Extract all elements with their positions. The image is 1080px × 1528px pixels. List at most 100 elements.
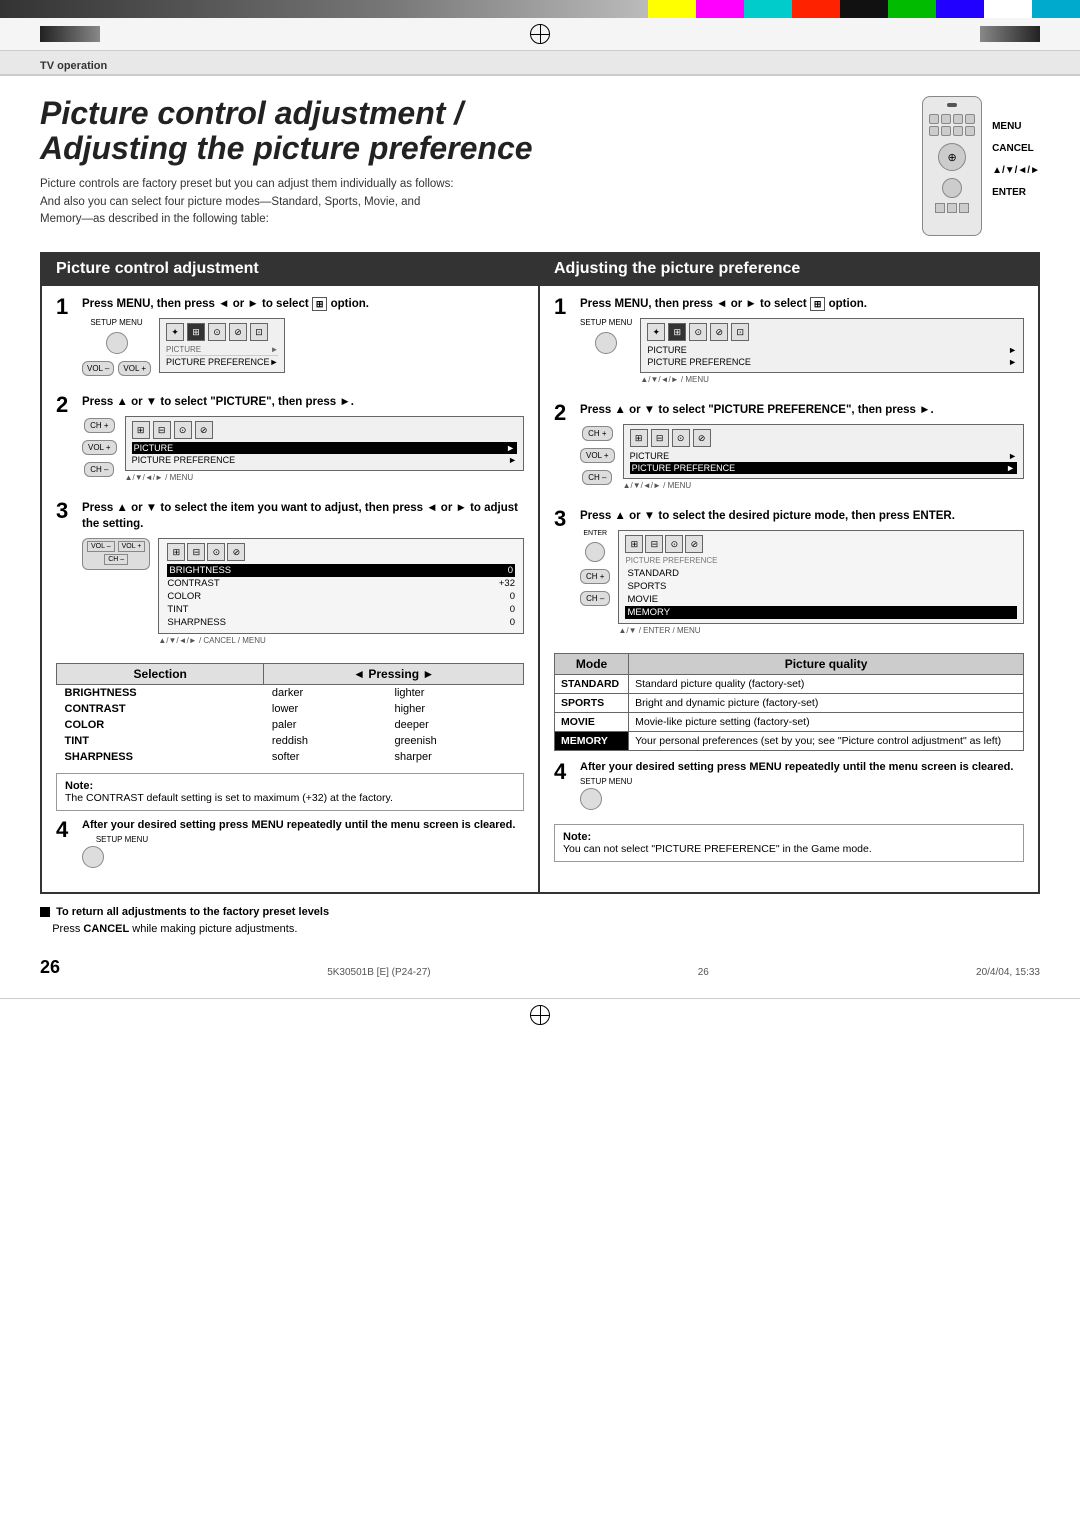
r-step2-screen-wrap: ⊞ ⊟ ⊙ ⊘ PICTURE► PICTURE PREFERENCE► ▲/▼… xyxy=(623,424,1024,490)
r-enter-label: ENTER xyxy=(580,530,610,537)
ch-plus-btn[interactable]: CH + xyxy=(84,418,114,433)
r-s2-i2: ⊟ xyxy=(651,429,669,447)
screen-label: PICTURE► xyxy=(166,344,278,356)
desc-line2: And also you can select four picture mod… xyxy=(40,196,420,208)
r-s2-nav: ▲/▼/◄/► / MENU xyxy=(623,481,1024,490)
right-step2: 2 Press ▲ or ▼ to select "PICTURE PREFER… xyxy=(554,402,1024,496)
pq-movie-row: MOVIE Movie-like picture setting (factor… xyxy=(555,713,1024,732)
color-blocks xyxy=(648,0,1080,18)
title-block: Picture control adjustment / Adjusting t… xyxy=(40,96,820,228)
s3-volm[interactable]: VOL – xyxy=(87,541,115,552)
main-title: Picture control adjustment / Adjusting t… xyxy=(40,96,820,166)
table-row: SHARPNESS softer sharper xyxy=(57,749,524,765)
menu-btn4 xyxy=(82,846,104,868)
contrast-right: higher xyxy=(387,701,524,717)
step2-screen-wrap: ⊞ ⊟ ⊙ ⊘ PICTURE► PICTURE PREFERENCE► ▲/▼… xyxy=(125,416,524,482)
step3-remote: VOL – VOL + CH – xyxy=(82,538,150,572)
step3-content: Press ▲ or ▼ to select the item you want… xyxy=(82,500,524,651)
s2-icon3: ⊙ xyxy=(174,421,192,439)
title-line1: Picture control adjustment / xyxy=(40,96,820,131)
p-i1: ⊞ xyxy=(625,535,643,553)
icon2-active: ⊞ xyxy=(187,323,205,341)
a-i3: ⊙ xyxy=(207,543,225,561)
pq-col1: Mode xyxy=(555,654,629,675)
r-step4-content: After your desired setting press MENU re… xyxy=(580,761,1024,812)
right-step1: 1 Press MENU, then press ◄ or ► to selec… xyxy=(554,296,1024,390)
sharpness-row: SHARPNESS0 xyxy=(167,616,515,629)
color-label: COLOR xyxy=(57,717,264,733)
r-s3-nav: ▲/▼ / ENTER / MENU xyxy=(618,626,1024,635)
brightness-left: darker xyxy=(264,685,387,702)
desc-line1: Picture controls are factory preset but … xyxy=(40,178,454,190)
step4-instruction: After your desired setting press MENU re… xyxy=(82,819,524,831)
r-s1-nav: ▲/▼/◄/► / MENU xyxy=(640,375,1024,384)
table-row: CONTRAST lower higher xyxy=(57,701,524,717)
brightness-right: lighter xyxy=(387,685,524,702)
s3-volp[interactable]: VOL + xyxy=(118,541,146,552)
r-ch-plus[interactable]: CH + xyxy=(582,426,612,441)
step1-content: Press MENU, then press ◄ or ► to select … xyxy=(82,296,524,382)
r-s2-pic: PICTURE► xyxy=(630,450,1017,462)
r-enter-btn[interactable] xyxy=(585,542,605,562)
sports-mode: SPORTS xyxy=(555,694,629,713)
r-i2: ⊞ xyxy=(668,323,686,341)
left-step4: 4 After your desired setting press MENU … xyxy=(56,819,524,870)
sharpness-label: SHARPNESS xyxy=(57,749,264,765)
r-step1-number: 1 xyxy=(554,296,572,318)
vol-plus-btn[interactable]: VOL + xyxy=(118,361,151,376)
note-text: The CONTRAST default setting is set to m… xyxy=(65,792,393,804)
s2-icon4: ⊘ xyxy=(195,421,213,439)
r-s2-i4: ⊘ xyxy=(693,429,711,447)
r-icon-row1: ✦ ⊞ ⊙ ⊘ ⊡ xyxy=(647,323,1017,341)
r-menu-btn4 xyxy=(580,788,602,810)
r-step1-screen-wrap: ✦ ⊞ ⊙ ⊘ ⊡ PICTURE► PICTURE PREFERENCE► xyxy=(640,318,1024,384)
a-i4: ⊘ xyxy=(227,543,245,561)
footer-right: 20/4/04, 15:33 xyxy=(976,967,1040,978)
vol-plus-btn2[interactable]: VOL + xyxy=(82,440,117,455)
r-note-text: You can not select "PICTURE PREFERENCE" … xyxy=(563,843,872,855)
r-setup-menu4: SETUP MENU xyxy=(580,777,1024,786)
r-s3-ch-minus[interactable]: CH – xyxy=(580,591,610,606)
r-step4-remote: SETUP MENU xyxy=(580,777,1024,810)
r-i4: ⊘ xyxy=(710,323,728,341)
brightness-label: BRIGHTNESS xyxy=(57,685,264,702)
column-left: Picture control adjustment 1 Press MENU,… xyxy=(42,254,540,892)
pq-table: Mode Picture quality STANDARD Standard p… xyxy=(554,653,1024,751)
step2-remote: CH + VOL + CH – xyxy=(82,416,117,479)
sharpness-right: sharper xyxy=(387,749,524,765)
blue-block xyxy=(936,0,984,18)
s3-ch[interactable]: CH – xyxy=(104,554,128,565)
pq-sports-row: SPORTS Bright and dynamic picture (facto… xyxy=(555,694,1024,713)
setup-menu-label4: SETUP MENU xyxy=(82,835,162,844)
selection-table: Selection ◄ Pressing ► BRIGHTNESS darker xyxy=(56,663,524,765)
vol-minus-btn[interactable]: VOL – xyxy=(82,361,114,376)
pq-col2: Picture quality xyxy=(629,654,1024,675)
step4-content: After your desired setting press MENU re… xyxy=(82,819,524,870)
green-block xyxy=(888,0,936,18)
arrows-label: ▲/▼/◄/► xyxy=(992,160,1040,182)
r-step1-diagram: SETUP MENU ✦ ⊞ ⊙ ⊘ xyxy=(580,318,1024,384)
step1-screen: ✦ ⊞ ⊙ ⊘ ⊡ PICTURE► PICTURE PREFERENCE► xyxy=(159,318,285,373)
title-description: Picture controls are factory preset but … xyxy=(40,176,520,228)
gradient-bar xyxy=(0,0,648,18)
step3-number: 3 xyxy=(56,500,74,522)
main-content: Picture control adjustment / Adjusting t… xyxy=(0,76,1080,998)
step1-remote: SETUP MENU VOL – VOL + xyxy=(82,318,151,376)
s2-picture-row: PICTURE► xyxy=(132,442,517,454)
icon4: ⊘ xyxy=(229,323,247,341)
pressing-label: Pressing xyxy=(368,667,422,681)
yellow-block xyxy=(648,0,696,18)
r-s3-ch-plus[interactable]: CH + xyxy=(580,569,610,584)
ch-minus-btn[interactable]: CH – xyxy=(84,462,114,477)
icon-row: ✦ ⊞ ⊙ ⊘ ⊡ xyxy=(166,323,278,341)
r-step2-diagram: CH + VOL + CH – ⊞ ⊟ ⊙ xyxy=(580,424,1024,490)
a-i1: ⊞ xyxy=(167,543,185,561)
tint-right: greenish xyxy=(387,733,524,749)
r-s1-pref: PICTURE PREFERENCE► xyxy=(647,356,1017,368)
right-column-body: 1 Press MENU, then press ◄ or ► to selec… xyxy=(540,286,1038,880)
r-ch-minus[interactable]: CH – xyxy=(582,470,612,485)
r-vol-plus[interactable]: VOL + xyxy=(580,448,615,463)
adj-icons: ⊞ ⊟ ⊙ ⊘ xyxy=(167,543,515,561)
black-block xyxy=(840,0,888,18)
left-gradient xyxy=(40,26,100,42)
